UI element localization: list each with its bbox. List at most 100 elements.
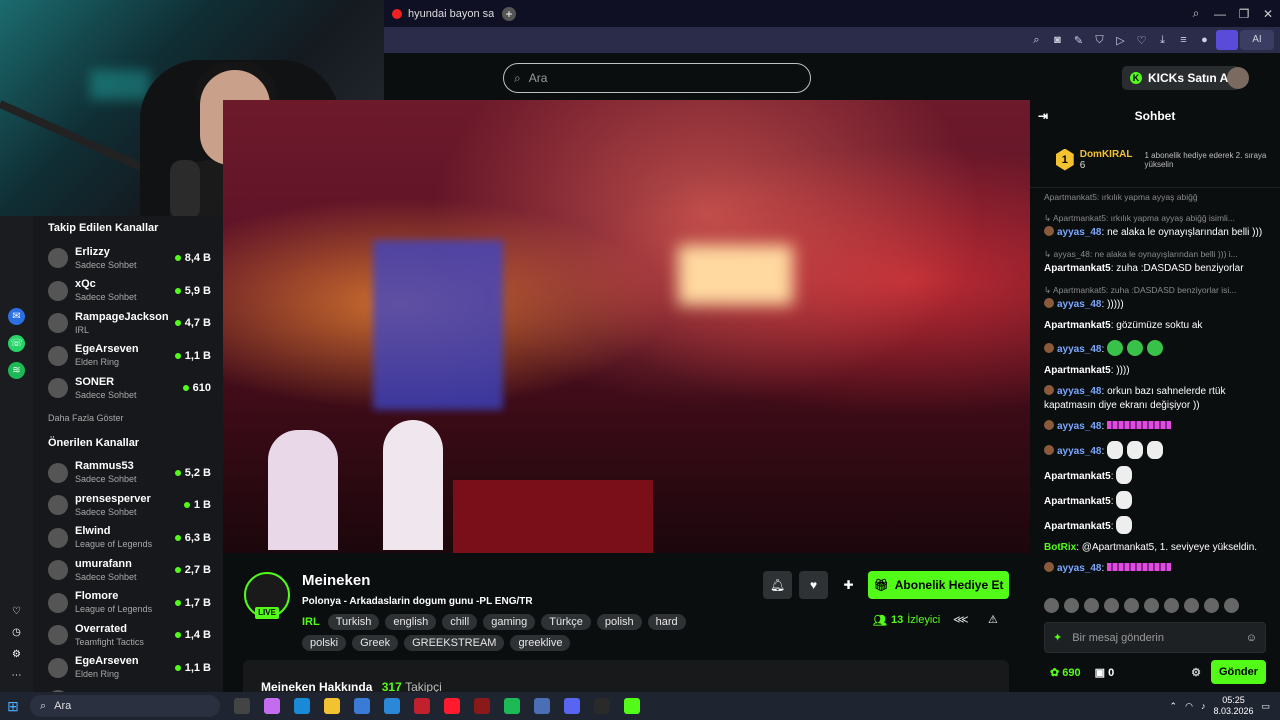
chat-username[interactable]: Apartmankat5 [1044,365,1111,376]
whatsapp-icon[interactable]: ☏ [8,335,25,352]
edit-icon[interactable]: ✎ [1069,34,1088,47]
stream-tag[interactable]: english [385,614,437,630]
notifications-icon[interactable]: ▭ [1261,701,1270,712]
stream-tag[interactable]: GREEKSTREAM [404,635,505,651]
channel-item[interactable]: xQc Sadece Sohbet 5,9 B [48,275,211,308]
channel-item[interactable]: Flomore League of Legends 1,7 B [48,587,211,620]
start-icon[interactable]: ⊞ [0,692,26,720]
chat-settings-icon[interactable]: ⚙ [1191,666,1201,679]
share-icon[interactable]: ⋘ [953,613,969,626]
mail-icon[interactable] [384,698,400,714]
buy-kicks-button[interactable]: K KICKs Satın Al [1122,66,1240,90]
clock[interactable]: 05:25 8.03.2026 [1213,695,1253,717]
opera-gx-icon[interactable] [414,698,430,714]
chat-username[interactable]: Apartmankat5 [1044,496,1111,507]
channel-item[interactable]: EgeArseven Elden Ring 1,1 B [48,340,211,373]
chat-username[interactable]: ayyas_48 [1057,421,1102,432]
follow-heart-icon[interactable]: ♥ [799,571,828,599]
chat-username[interactable]: ayyas_48 [1057,344,1102,355]
spotify-icon[interactable]: ≋ [8,362,25,379]
show-more-link[interactable]: Daha Fazla Göster [48,413,211,423]
game-icon[interactable] [474,698,490,714]
chatter-avatar[interactable] [1184,598,1199,613]
chat-username[interactable]: ayyas_48 [1057,386,1102,397]
spotify-icon[interactable] [504,698,520,714]
profile-icon[interactable]: ● [1195,34,1214,46]
chat-username[interactable]: Apartmankat5 [1044,471,1111,482]
channel-item[interactable]: Rammus53 Sadece Sohbet 5,2 B [48,457,211,490]
zoom-icon[interactable]: ⌕ [1027,34,1046,47]
store-icon[interactable] [354,698,370,714]
chat-username[interactable]: ayyas_48 [1057,563,1102,574]
sparkle-icon[interactable]: ✦ [1053,631,1062,644]
gift-subscription-button[interactable]: 🎁︎ Abonelik Hediye Et [868,571,1009,599]
heart-icon[interactable]: ♡ [1132,34,1151,47]
stream-tag[interactable]: Türkçe [541,614,591,630]
notification-bell-icon[interactable]: 🔔︎ [763,571,792,599]
file-explorer-icon[interactable] [324,698,340,714]
stream-tag[interactable]: hard [647,614,686,630]
chat-username[interactable]: ayyas_48 [1057,227,1102,238]
channel-item[interactable]: SONER Sadece Sohbet 610 [48,372,211,405]
channel-item[interactable]: RampageJackson IRL 4,7 B [48,307,211,340]
chat-username[interactable]: Apartmankat5 [1044,521,1111,532]
collapse-chat-icon[interactable]: ⇥ [1038,109,1048,123]
chatter-avatar[interactable] [1104,598,1119,613]
shield-icon[interactable]: ⛉ [1090,34,1109,47]
chatter-avatar[interactable] [1204,598,1219,613]
channel-points[interactable]: ✿ 690 [1050,666,1081,679]
download-icon[interactable]: ⤓ [1153,34,1172,47]
taskbar-search[interactable]: ⌕ Ara [30,695,220,717]
chat-username[interactable]: Apartmankat5 [1044,263,1111,274]
channel-item[interactable]: EgeArseven Elden Ring 1,1 B [48,652,211,685]
user-avatar[interactable] [1227,67,1249,89]
report-icon[interactable]: ⚠ [988,613,998,626]
chatter-avatar[interactable] [1144,598,1159,613]
stream-tag[interactable]: polish [596,614,642,630]
chatter-avatar[interactable] [1064,598,1079,613]
search-icon[interactable]: ⌕ [1184,6,1208,21]
menu-icon[interactable]: ≡ [1174,34,1193,46]
wifi-icon[interactable]: ◠ [1185,701,1193,712]
close-icon[interactable]: ✕ [1256,7,1280,21]
chat-username[interactable]: Apartmankat5 [1044,320,1111,331]
chatter-avatar[interactable] [1224,598,1239,613]
chatter-avatar[interactable] [1084,598,1099,613]
edge-icon[interactable] [294,698,310,714]
top-gifter-name[interactable]: DomKIRAL [1080,149,1133,160]
stream-tag[interactable]: gaming [483,614,536,630]
video-player[interactable] [223,100,1030,553]
camera-icon[interactable]: ◙ [1048,34,1067,46]
streamer-name[interactable]: Meineken [302,572,370,589]
new-tab-button[interactable]: + [502,6,516,21]
chat-username[interactable]: ayyas_48 [1057,446,1102,457]
play-icon[interactable]: ▷ [1111,34,1130,47]
channel-item[interactable]: prensesperver Sadece Sohbet 1 B [48,489,211,522]
terminal-icon[interactable] [594,698,610,714]
chatter-avatar[interactable] [1044,598,1059,613]
search-input[interactable]: ⌕ Ara [503,63,811,93]
app-icon[interactable] [534,698,550,714]
stream-tag[interactable]: chill [442,614,478,630]
channel-item[interactable]: umurafann Sadece Sohbet 2,7 B [48,554,211,587]
channel-item[interactable]: Elwind League of Legends 6,3 B [48,522,211,555]
extension-icon[interactable] [1216,30,1238,50]
copilot-icon[interactable] [264,698,280,714]
messenger-icon[interactable]: ✉ [8,308,25,325]
chat-username[interactable]: ayyas_48 [1057,299,1102,310]
restore-icon[interactable]: ❐ [1232,7,1256,21]
stream-tag[interactable]: polski [302,635,347,651]
stream-tag[interactable]: Greek [352,635,399,651]
browser-tab[interactable]: hyundai bayon sağ dikiz a [384,0,494,27]
opera-icon[interactable] [444,698,460,714]
settings-icon[interactable]: ⚙ [8,646,25,663]
minimize-icon[interactable]: — [1208,7,1232,21]
heart-icon[interactable]: ♡ [8,603,25,620]
kick-icon[interactable] [624,698,640,714]
stream-tag[interactable]: Turkish [327,614,380,630]
channel-item[interactable]: Overrated Teamfight Tactics 1,4 B [48,619,211,652]
chatter-avatar[interactable] [1164,598,1179,613]
task-view-icon[interactable] [234,698,250,714]
stream-category[interactable]: IRL [302,616,320,628]
chat-username[interactable]: BotRix [1044,542,1076,553]
